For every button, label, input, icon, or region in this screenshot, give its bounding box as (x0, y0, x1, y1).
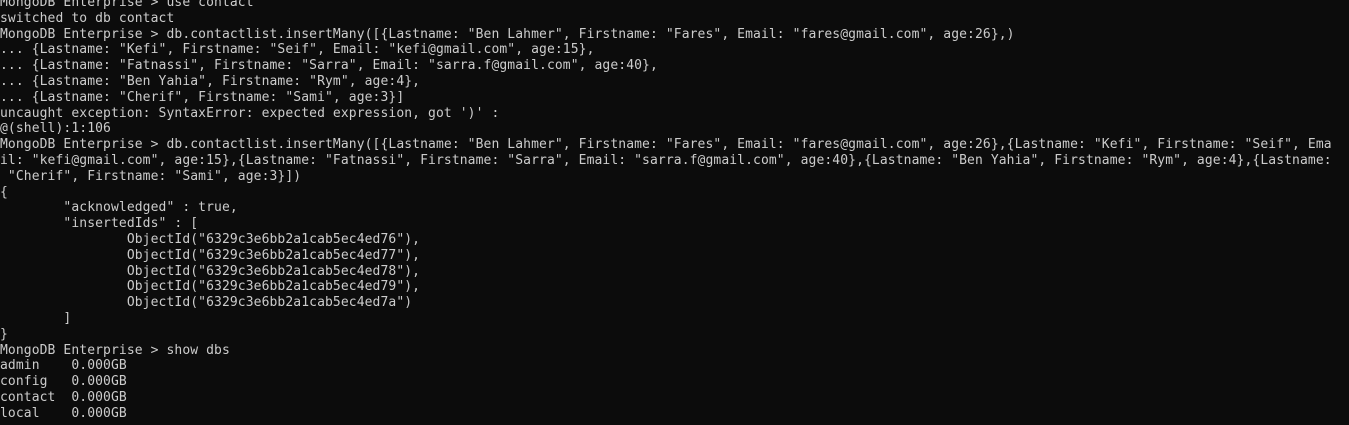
object-id-line: ObjectId("6329c3e6bb2a1cab5ec4ed7a") (0, 295, 413, 311)
db-list-row: admin 0.000GB (0, 358, 127, 374)
output-line: } (0, 326, 8, 342)
prompt-line: MongoDB Enterprise > db.contactlist.inse… (0, 26, 1015, 42)
output-line: "acknowledged" : true, (0, 200, 238, 216)
db-list-row: config 0.000GB (0, 374, 127, 390)
object-id-line: ObjectId("6329c3e6bb2a1cab5ec4ed78"), (0, 263, 421, 279)
db-list-row: local 0.000GB (0, 405, 127, 421)
object-id-line: ObjectId("6329c3e6bb2a1cab5ec4ed76"), (0, 231, 421, 247)
db-list-row: contact 0.000GB (0, 389, 127, 405)
continuation-line: ... {Lastname: "Ben Yahia", Firstname: "… (0, 73, 421, 89)
terminal-window[interactable]: MongoDB Enterprise > use contact switche… (0, 0, 1349, 425)
output-line: ] (0, 310, 72, 326)
output-line: "insertedIds" : [ (0, 216, 199, 232)
prompt-line: MongoDB Enterprise > show dbs (0, 342, 230, 358)
wrapped-line: "Cherif", Firstname: "Sami", age:3}]) (0, 168, 302, 184)
object-id-line: ObjectId("6329c3e6bb2a1cab5ec4ed79"), (0, 279, 421, 295)
output-line: { (0, 184, 8, 200)
wrapped-line: il: "kefi@gmail.com", age:15},{Lastname:… (0, 152, 1332, 168)
error-line: uncaught exception: SyntaxError: expecte… (0, 105, 500, 121)
continuation-line: ... {Lastname: "Kefi", Firstname: "Seif"… (0, 42, 595, 58)
object-id-line: ObjectId("6329c3e6bb2a1cab5ec4ed77"), (0, 247, 421, 263)
output-line: switched to db contact (0, 10, 175, 26)
error-line: @(shell):1:106 (0, 121, 111, 137)
prompt-line: MongoDB Enterprise > use contact (0, 0, 254, 10)
continuation-line: ... {Lastname: "Cherif", Firstname: "Sam… (0, 89, 405, 105)
prompt-line: MongoDB Enterprise > db.contactlist.inse… (0, 137, 1332, 153)
continuation-line: ... {Lastname: "Fatnassi", Firstname: "S… (0, 58, 658, 74)
